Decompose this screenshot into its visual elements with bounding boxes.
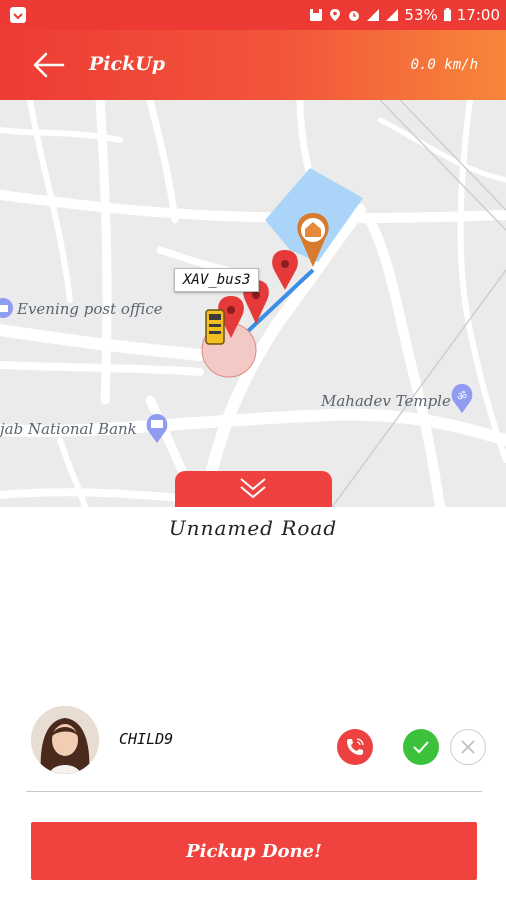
map-view[interactable]: ॐ Evening post office Mahadev Temple jab…: [0, 100, 506, 507]
back-arrow-icon[interactable]: [30, 48, 70, 82]
signal2-icon: [386, 9, 399, 21]
confirm-pickup-button[interactable]: [403, 729, 439, 765]
divider: [26, 791, 482, 792]
poi-evening-post-office: Evening post office: [17, 300, 163, 318]
child-avatar: [31, 706, 99, 774]
alarm-icon: [349, 11, 360, 21]
page-title: PickUp: [89, 53, 166, 75]
call-button[interactable]: [337, 729, 373, 765]
battery-percent: 53%: [404, 6, 438, 24]
current-road-name: Unnamed Road: [168, 516, 338, 540]
phone-icon: [347, 738, 364, 755]
status-bar: 53% 17:00: [0, 0, 506, 30]
status-icons: 53% 17:00: [309, 4, 500, 26]
speed-readout: 0.0 km/h: [410, 57, 478, 73]
clock: 17:00: [456, 6, 500, 24]
cancel-pickup-button[interactable]: [450, 729, 486, 765]
checkmark-icon: [413, 741, 429, 754]
signal-icon: [367, 9, 380, 21]
battery-icon: [443, 8, 451, 22]
poi-mahadev-temple: Mahadev Temple: [321, 392, 451, 410]
app-bar: PickUp 0.0 km/h: [0, 30, 506, 100]
poi-national-bank: jab National Bank: [0, 420, 137, 438]
save-icon: [310, 9, 323, 21]
close-icon: [461, 740, 475, 754]
child-name: CHILD9: [119, 730, 174, 748]
bus-name-label: XAV_bus3: [174, 268, 260, 292]
svg-text:ॐ: ॐ: [457, 390, 467, 403]
double-chevron-down-icon: [240, 478, 266, 499]
pickup-done-button[interactable]: Pickup Done!: [31, 822, 477, 880]
collapse-panel-button[interactable]: [175, 471, 332, 507]
location-icon: [330, 9, 341, 21]
notification-icon: [10, 7, 26, 23]
bus-icon: [205, 309, 225, 345]
